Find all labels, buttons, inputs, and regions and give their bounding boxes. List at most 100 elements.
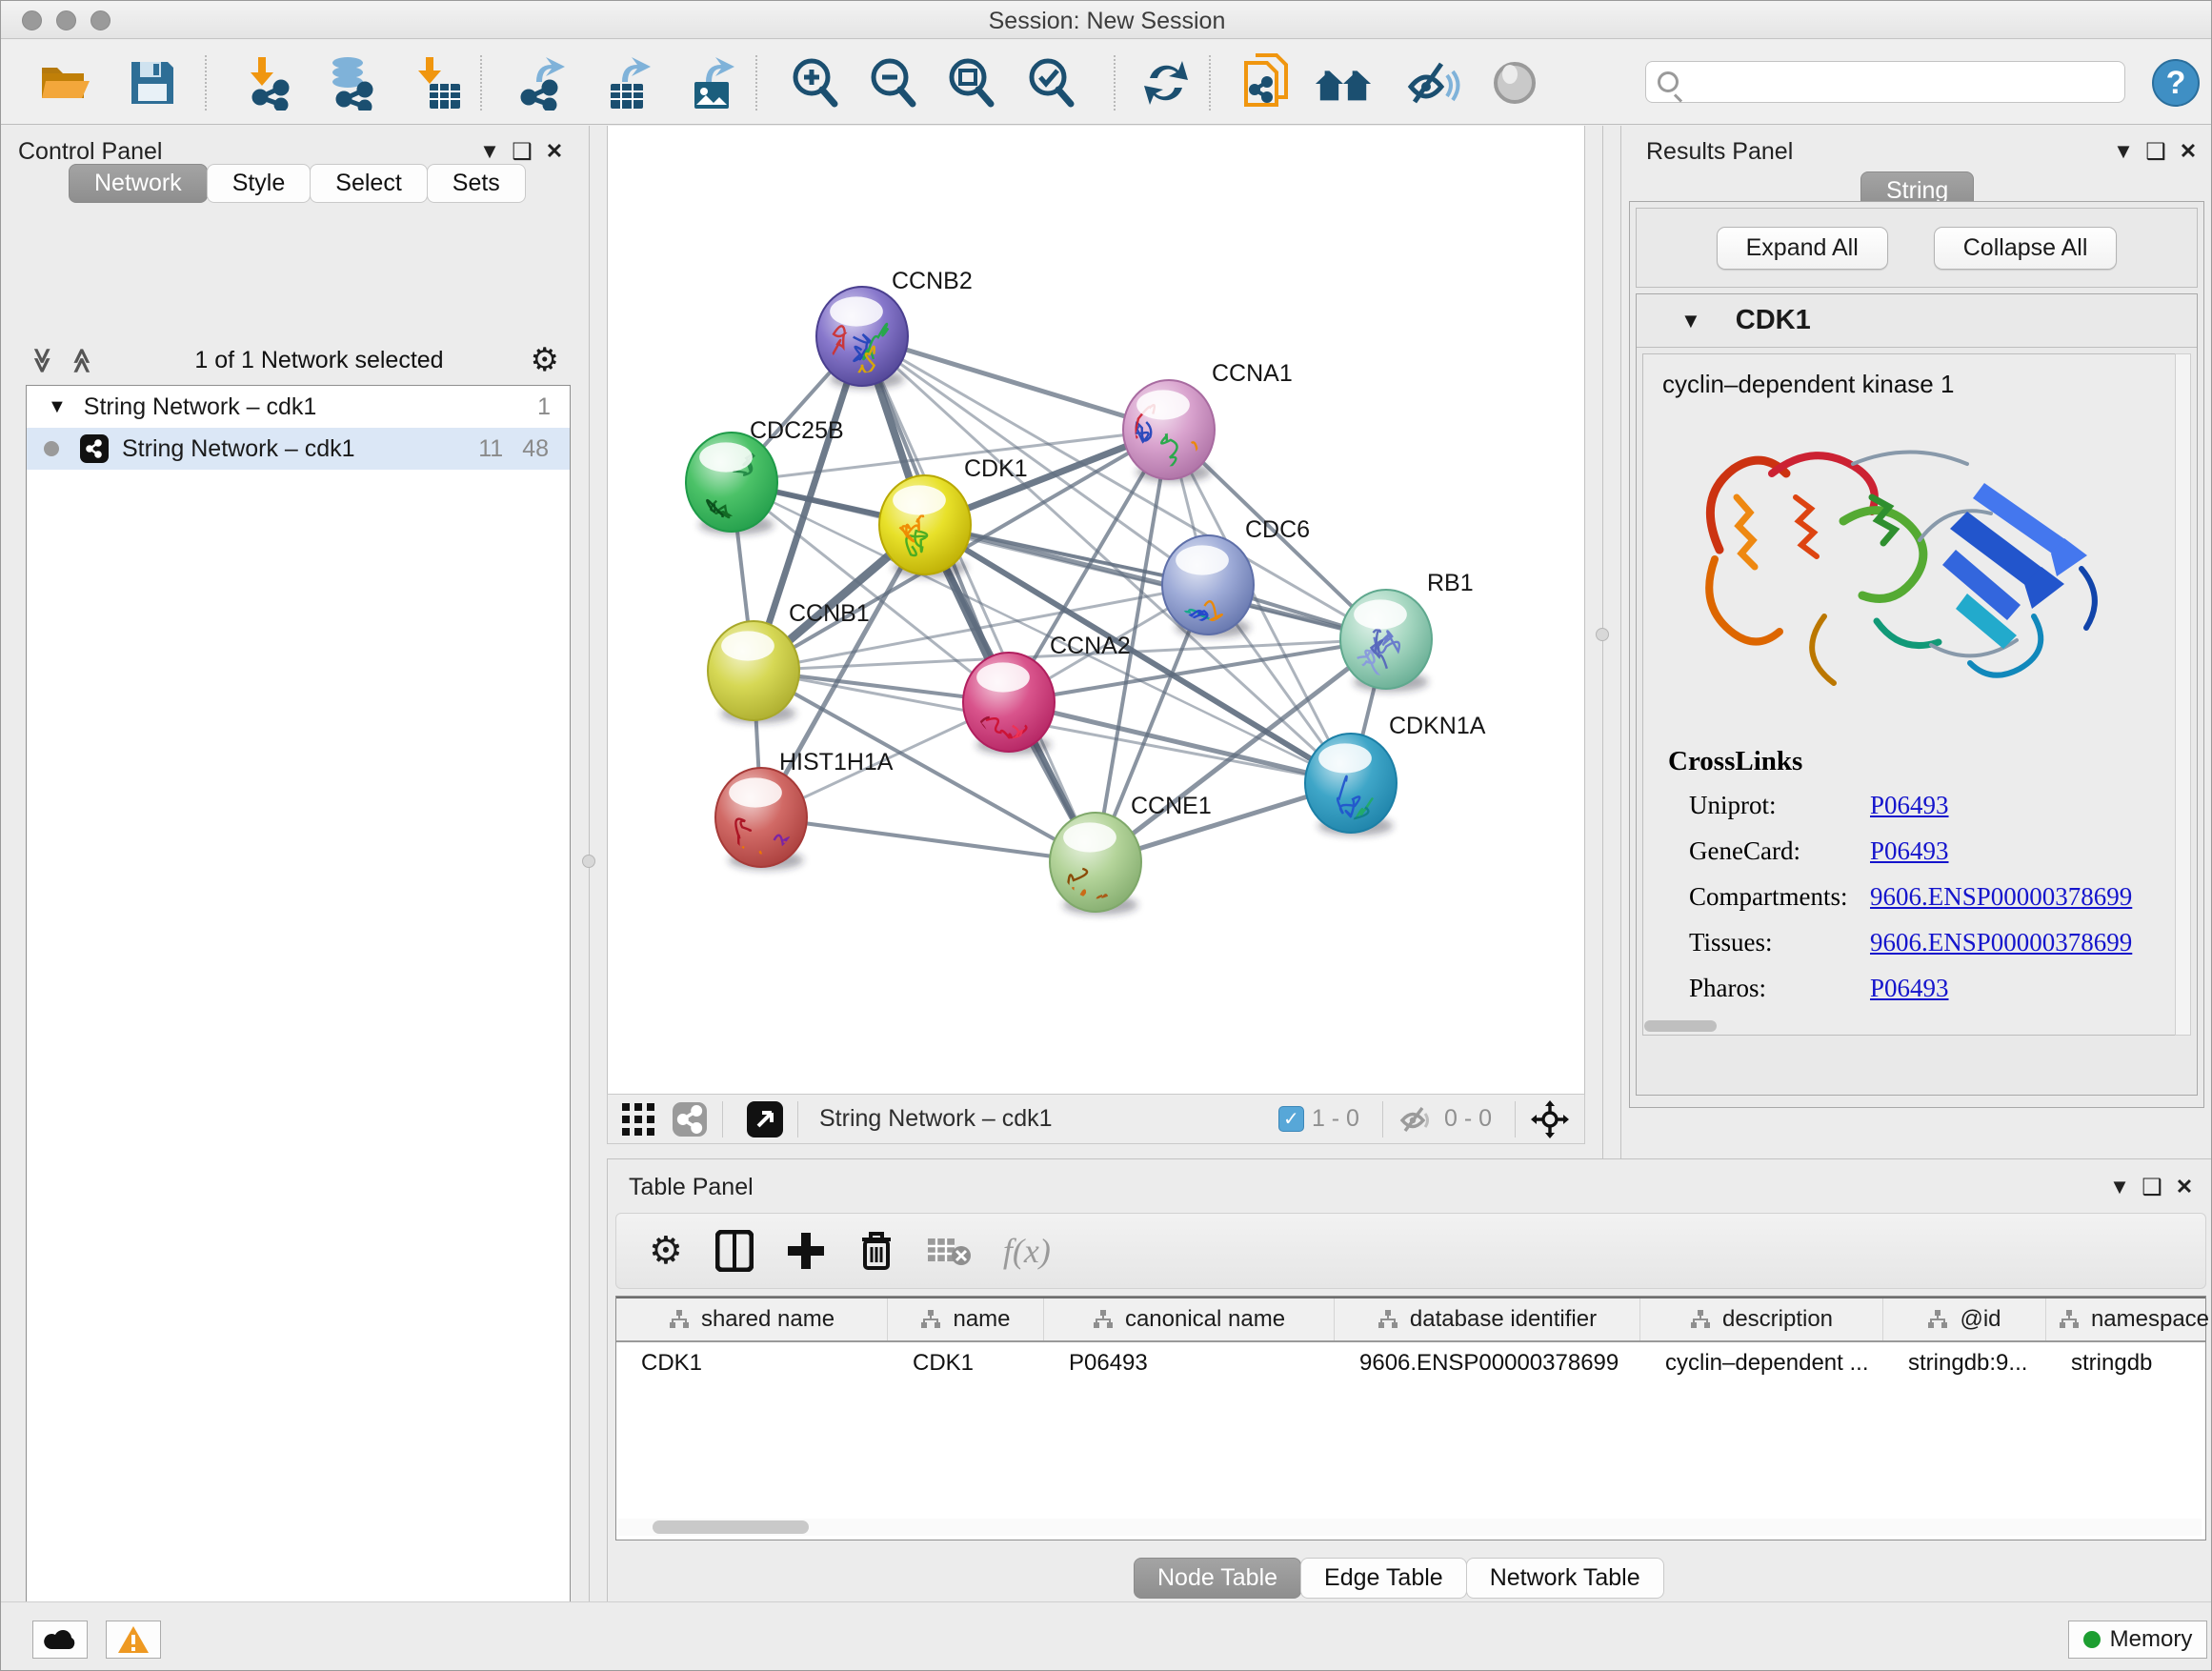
help-icon[interactable]: ?	[2146, 53, 2205, 112]
table-panel-float-menu-icon[interactable]: ▼	[2103, 1175, 2136, 1199]
string-home-icon[interactable]	[1314, 53, 1373, 112]
right-splitter[interactable]	[1602, 126, 1603, 1158]
column-header[interactable]: shared name	[616, 1299, 888, 1340]
table-cell[interactable]: stringdb:9...	[1883, 1342, 2046, 1384]
table-cell[interactable]: CDK1	[888, 1342, 1044, 1384]
birdseye-view-icon[interactable]	[744, 1101, 786, 1137]
import-table-icon[interactable]	[409, 53, 468, 112]
collapse-triangle-icon[interactable]: ▼	[48, 396, 67, 418]
zoom-out-icon[interactable]	[864, 53, 923, 112]
edge-HIST1H1A-CCNE1[interactable]	[761, 817, 1096, 862]
column-header[interactable]: namespace	[2046, 1299, 2212, 1340]
pharos-link[interactable]: P06493	[1870, 974, 1949, 1003]
network-collection-row[interactable]: ▼ String Network – cdk1 1	[27, 386, 570, 428]
column-header[interactable]: canonical name	[1044, 1299, 1335, 1340]
export-image-icon[interactable]	[683, 53, 742, 112]
edge-CDK1-RB1[interactable]	[925, 525, 1386, 639]
tab-sets[interactable]: Sets	[427, 164, 526, 203]
results-vertical-scrollbar[interactable]	[2175, 353, 2191, 1036]
zoom-in-icon[interactable]	[786, 53, 845, 112]
node-CCNB1[interactable]: CCNB1	[708, 600, 870, 723]
node-CCNA1[interactable]: CCNA1	[1107, 360, 1293, 490]
node-RB1[interactable]: RB1	[1340, 570, 1474, 692]
zoom-fit-icon[interactable]	[942, 53, 1001, 112]
open-session-icon[interactable]	[37, 53, 96, 112]
delete-column-icon[interactable]	[858, 1230, 895, 1272]
function-builder-icon[interactable]: f(x)	[1003, 1231, 1051, 1271]
hidden-items-icon[interactable]	[1395, 1101, 1437, 1137]
canvas-table-splitter[interactable]	[607, 1144, 1585, 1158]
expand-all-networks-icon[interactable]: ≫	[28, 347, 57, 372]
table-horizontal-scrollbar[interactable]	[618, 1519, 2202, 1536]
tab-edge-table[interactable]: Edge Table	[1300, 1558, 1467, 1599]
network-canvas[interactable]: CCNB2CCNA1CDC25BCDK1CDC6RB1CCNB1CCNA2CDK…	[607, 126, 1585, 1094]
collapse-all-networks-icon[interactable]: ≫	[67, 347, 96, 372]
table-cell[interactable]: P06493	[1044, 1342, 1335, 1384]
column-header[interactable]: name	[888, 1299, 1044, 1340]
create-column-icon[interactable]	[786, 1231, 826, 1271]
string-document-icon[interactable]	[1237, 53, 1297, 112]
edge-CCNB2-CCNA1[interactable]	[862, 336, 1169, 430]
column-header[interactable]: database identifier	[1335, 1299, 1640, 1340]
export-table-icon[interactable]	[599, 53, 658, 112]
show-columns-icon[interactable]	[715, 1230, 754, 1272]
memory-button[interactable]: Memory	[2068, 1621, 2207, 1659]
selected-nodes-checkbox[interactable]: ✓	[1278, 1106, 1304, 1132]
results-horizontal-scrollbar-thumb[interactable]	[1644, 1020, 1717, 1032]
warning-status-button[interactable]	[106, 1621, 161, 1659]
node-CDKN1A[interactable]: CDKN1A	[1305, 713, 1486, 852]
column-header[interactable]: @id	[1883, 1299, 2046, 1340]
uniprot-link[interactable]: P06493	[1870, 791, 1949, 820]
gene-card-header[interactable]: ▼ CDK1	[1637, 294, 2197, 348]
control-panel-float-icon[interactable]: ❑	[506, 138, 538, 166]
column-header[interactable]: description	[1640, 1299, 1883, 1340]
table-panel-close-icon[interactable]: ✕	[2168, 1175, 2201, 1199]
left-splitter-handle[interactable]	[582, 855, 595, 868]
save-session-icon[interactable]	[123, 53, 182, 112]
expand-all-button[interactable]: Expand All	[1717, 227, 1888, 270]
tab-style[interactable]: Style	[207, 164, 312, 203]
table-options-gear-icon[interactable]: ⚙	[649, 1232, 683, 1270]
tab-select[interactable]: Select	[310, 164, 427, 203]
table-cell[interactable]: CDK1	[616, 1342, 888, 1384]
node-CDC6[interactable]: CDC6	[1162, 516, 1310, 642]
table-cell[interactable]: stringdb	[2046, 1342, 2212, 1384]
results-panel-float-icon[interactable]: ❑	[2140, 138, 2172, 166]
network-options-gear-icon[interactable]: ⚙	[531, 344, 559, 376]
import-network-database-icon[interactable]	[321, 53, 380, 112]
zoom-selected-icon[interactable]	[1022, 53, 1081, 112]
results-panel-close-icon[interactable]: ✕	[2172, 139, 2204, 164]
control-panel-close-icon[interactable]: ✕	[538, 139, 571, 164]
pan-crosshair-icon[interactable]	[1529, 1101, 1571, 1137]
table-horizontal-scrollbar-thumb[interactable]	[653, 1520, 809, 1534]
table-cell[interactable]: 9606.ENSP00000378699	[1335, 1342, 1640, 1384]
network-row-selected[interactable]: String Network – cdk1 11 48	[27, 428, 570, 470]
control-panel-float-menu-icon[interactable]: ▼	[473, 139, 506, 164]
export-network-icon[interactable]	[513, 53, 573, 112]
table-row[interactable]: CDK1CDK1P064939606.ENSP00000378699cyclin…	[616, 1342, 2205, 1384]
string-view-icon[interactable]	[669, 1101, 711, 1137]
node-HIST1H1A[interactable]: HIST1H1A	[715, 749, 894, 876]
tab-node-table[interactable]: Node Table	[1134, 1558, 1301, 1599]
edge-CCNB2-CCNE1[interactable]	[862, 336, 1096, 862]
hide-glasses-icon[interactable]	[1403, 53, 1462, 112]
tab-network-table[interactable]: Network Table	[1466, 1558, 1664, 1599]
refresh-icon[interactable]	[1136, 53, 1196, 112]
results-panel-float-menu-icon[interactable]: ▼	[2107, 139, 2140, 164]
grid-view-icon[interactable]	[617, 1101, 659, 1137]
table-cell[interactable]: cyclin–dependent ...	[1640, 1342, 1883, 1384]
table-panel-float-icon[interactable]: ❑	[2136, 1174, 2168, 1201]
collapse-all-button[interactable]: Collapse All	[1934, 227, 2118, 270]
compartments-link[interactable]: 9606.ENSP00000378699	[1870, 882, 2132, 912]
genecard-link[interactable]: P06493	[1870, 836, 1949, 866]
import-network-file-icon[interactable]	[239, 53, 298, 112]
tab-network[interactable]: Network	[69, 164, 208, 203]
search-input[interactable]	[1686, 64, 2124, 100]
right-splitter-handle[interactable]	[1596, 628, 1609, 641]
show-orb-icon[interactable]	[1485, 53, 1544, 112]
node-CCNB2[interactable]: CCNB2	[816, 268, 973, 392]
delete-table-icon[interactable]	[927, 1235, 971, 1267]
tissues-link[interactable]: 9606.ENSP00000378699	[1870, 928, 2132, 957]
collapse-triangle-icon[interactable]: ▼	[1680, 309, 1701, 333]
cloud-status-button[interactable]	[32, 1621, 88, 1659]
